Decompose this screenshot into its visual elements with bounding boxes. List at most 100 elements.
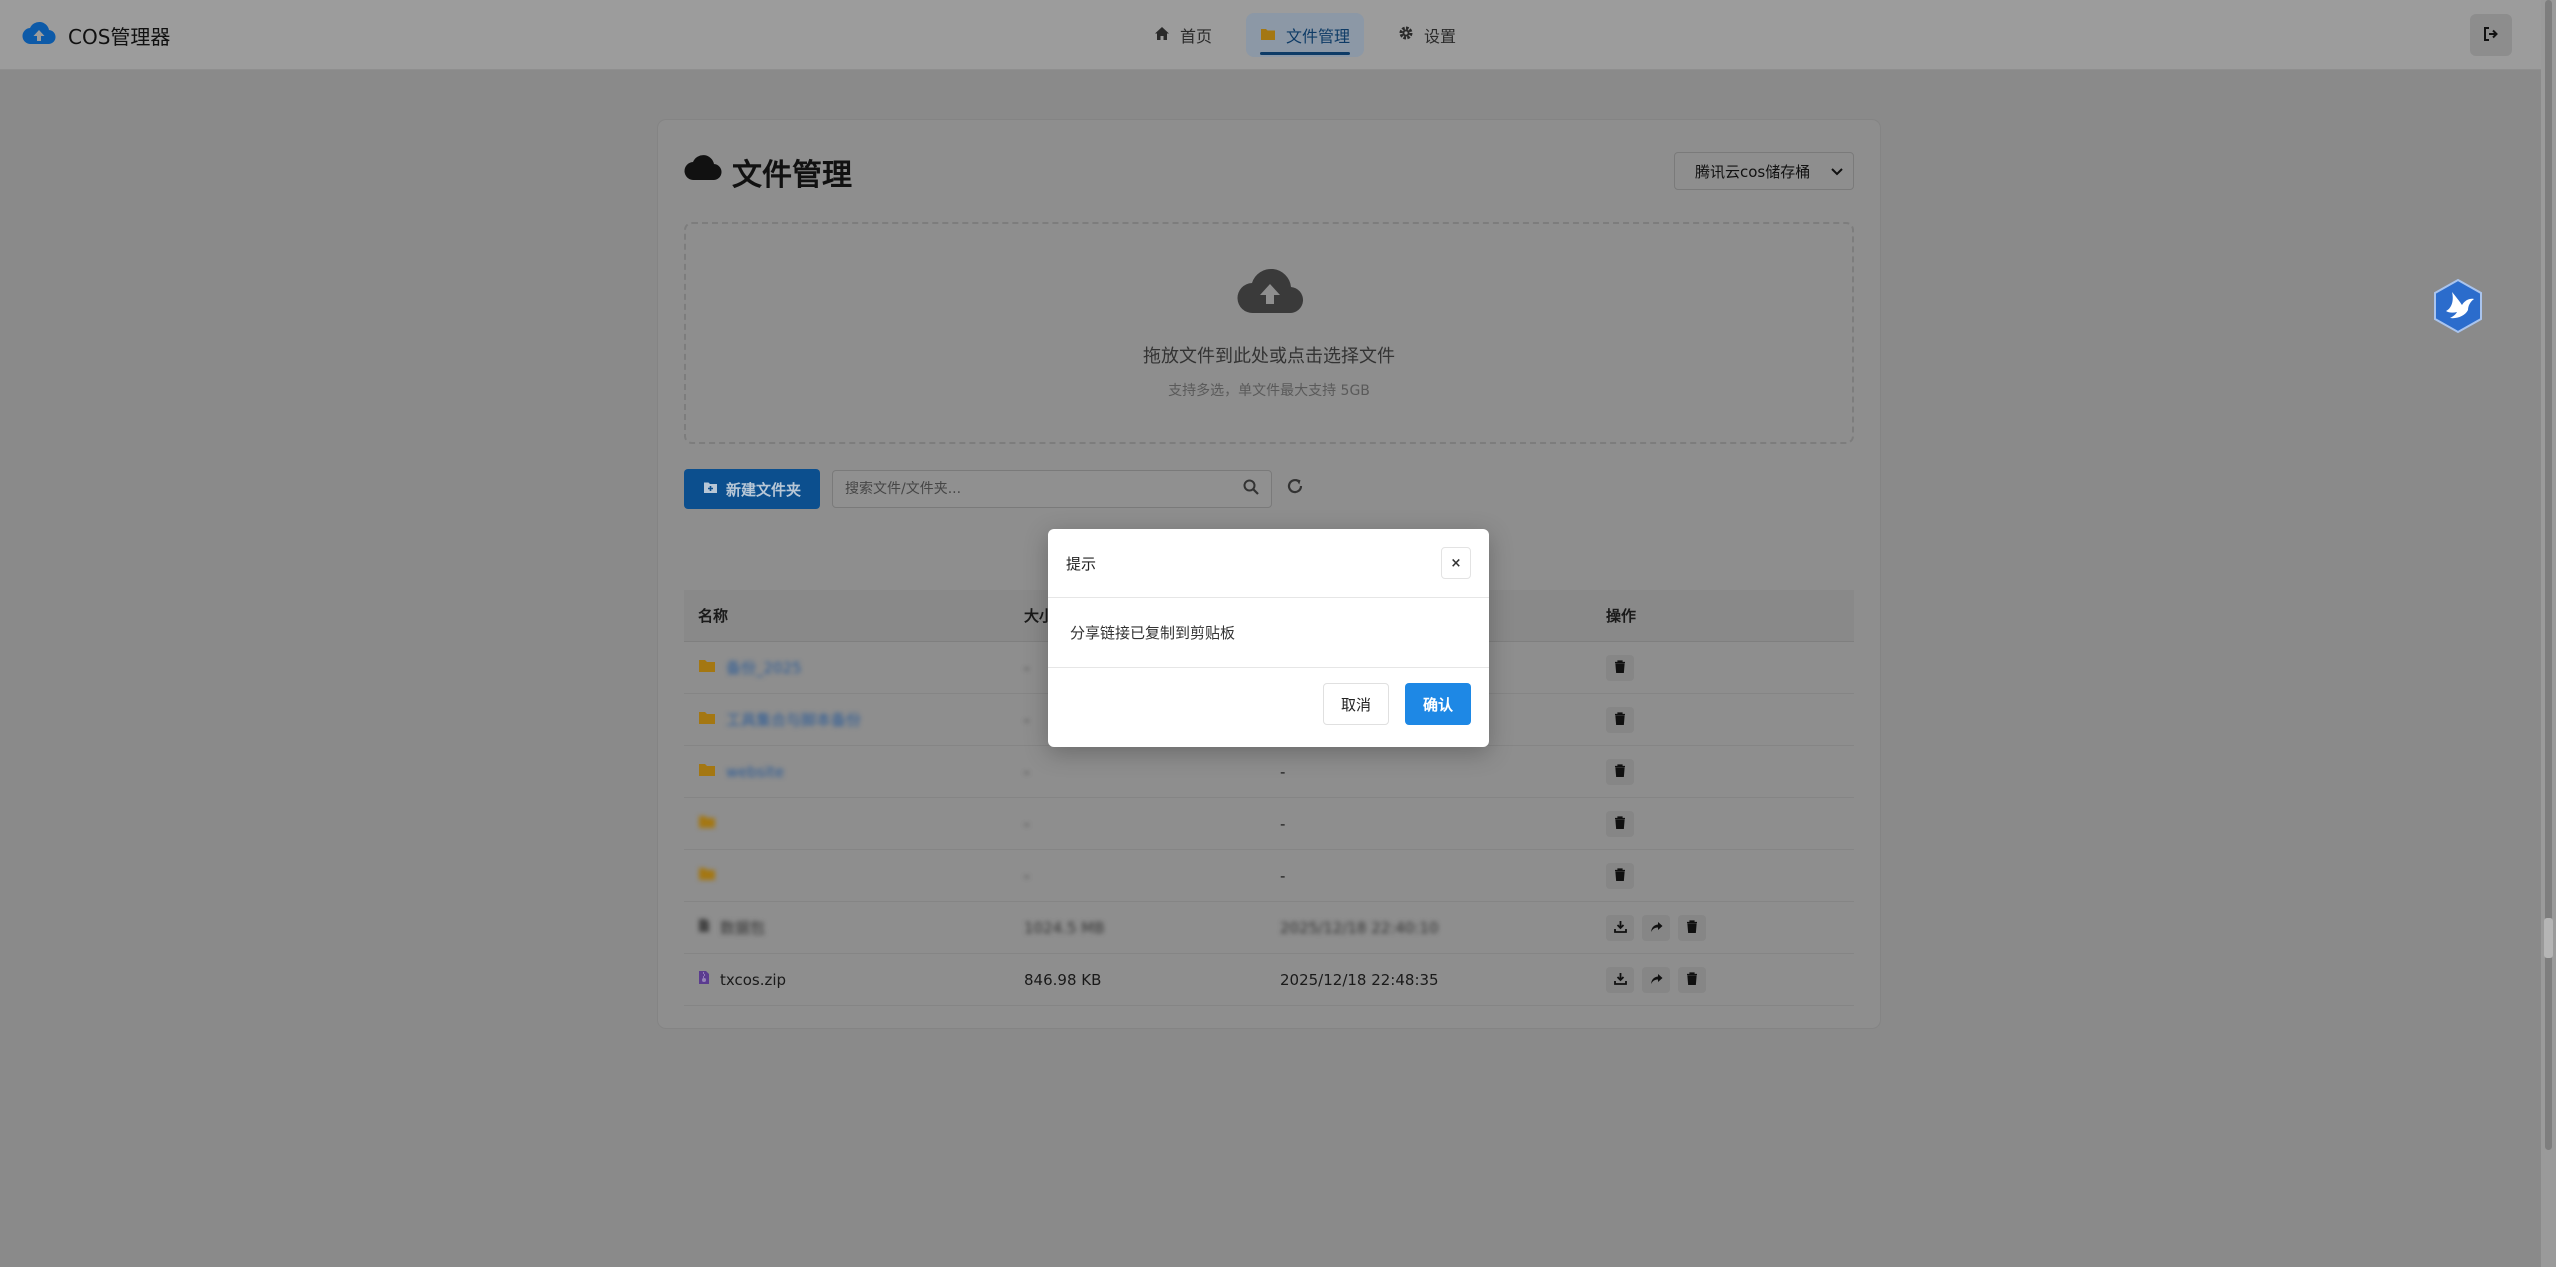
logout-icon	[2483, 26, 2499, 45]
chevron-down-icon	[1831, 162, 1843, 180]
upload-dropzone[interactable]: 拖放文件到此处或点击选择文件 支持多选，单文件最大支持 5GB	[684, 222, 1854, 444]
brand[interactable]: COS管理器	[22, 18, 170, 52]
file-size: -	[1024, 814, 1030, 833]
share-icon	[1650, 971, 1663, 989]
trash-icon	[1614, 815, 1626, 833]
file-size: 846.98 KB	[1024, 970, 1102, 989]
refresh-button[interactable]	[1286, 477, 1308, 499]
home-icon	[1154, 26, 1170, 45]
delete-button[interactable]	[1606, 862, 1634, 889]
main-nav: 首页 文件管理 设置	[1140, 13, 1470, 57]
delete-button[interactable]	[1606, 758, 1634, 785]
upload-hint: 拖放文件到此处或点击选择文件	[1143, 346, 1395, 367]
column-header-name[interactable]: 名称	[684, 605, 1010, 626]
file-name[interactable]: 数据包	[720, 917, 765, 938]
close-button[interactable]: ×	[1441, 547, 1471, 579]
folder-icon	[698, 814, 716, 833]
bird-icon	[2432, 278, 2484, 338]
folder-icon	[698, 866, 716, 885]
folder-icon	[698, 658, 716, 677]
trash-icon	[1686, 919, 1698, 937]
logout-button[interactable]	[2470, 14, 2512, 56]
scroll-thumb[interactable]	[2545, 0, 2552, 1150]
table-row[interactable]: website - -	[684, 746, 1854, 798]
file-time: -	[1280, 814, 1286, 833]
bucket-select[interactable]: 腾讯云cos储存桶	[1674, 152, 1854, 190]
folder-icon	[698, 710, 716, 729]
column-header-actions: 操作	[1606, 607, 1637, 625]
search-icon[interactable]	[1243, 479, 1259, 499]
dialog-title: 提示	[1066, 555, 1097, 573]
top-navbar: COS管理器 首页 文件管理 设置	[0, 0, 2541, 70]
page-title: 文件管理	[684, 150, 852, 194]
cloud-icon	[684, 154, 722, 190]
dialog-body: 分享链接已复制到剪贴板	[1048, 598, 1489, 668]
confirm-dialog: 提示 × 分享链接已复制到剪贴板 取消 确认	[1048, 529, 1489, 747]
nav-item-files[interactable]: 文件管理	[1246, 13, 1365, 57]
nav-item-home[interactable]: 首页	[1140, 13, 1226, 57]
table-row[interactable]: 数据包 1024.5 MB 2025/12/18 22:40:10	[684, 902, 1854, 954]
trash-icon	[1614, 659, 1626, 677]
scroll-marker	[2544, 918, 2553, 958]
cancel-button[interactable]: 取消	[1323, 683, 1389, 725]
share-button[interactable]	[1642, 914, 1670, 941]
nav-item-label: 首页	[1180, 27, 1213, 46]
file-size: 1024.5 MB	[1024, 918, 1105, 937]
download-button[interactable]	[1606, 966, 1634, 993]
confirm-button[interactable]: 确认	[1405, 683, 1471, 725]
folder-icon	[1260, 26, 1276, 45]
cloud-upload-icon	[22, 20, 56, 50]
zip-file-icon	[698, 970, 710, 989]
delete-button[interactable]	[1678, 914, 1706, 941]
share-icon	[1650, 919, 1663, 937]
page-title-text: 文件管理	[732, 158, 852, 193]
folder-icon	[698, 762, 716, 781]
file-time: 2025/12/18 22:48:35	[1280, 970, 1439, 989]
gear-icon	[1398, 25, 1414, 45]
refresh-icon	[1286, 478, 1304, 499]
app-title: COS管理器	[68, 24, 171, 49]
close-icon: ×	[1450, 555, 1462, 571]
trash-icon	[1614, 763, 1626, 781]
file-name[interactable]: txcos.zip	[720, 971, 786, 989]
dialog-footer: 取消 确认	[1048, 668, 1489, 746]
dialog-message: 分享链接已复制到剪贴板	[1070, 624, 1236, 642]
download-icon	[1613, 919, 1627, 937]
new-folder-button[interactable]: 新建文件夹	[684, 469, 820, 509]
delete-button[interactable]	[1606, 810, 1634, 837]
trash-icon	[1614, 867, 1626, 885]
table-row[interactable]: - -	[684, 798, 1854, 850]
page-scrollbar[interactable]	[2541, 0, 2556, 1267]
search-box	[832, 470, 1272, 508]
dialog-header: 提示 ×	[1048, 529, 1489, 598]
floating-assistant-button[interactable]	[2432, 278, 2484, 334]
trash-icon	[1686, 971, 1698, 989]
delete-button[interactable]	[1606, 706, 1634, 733]
folder-name-link[interactable]: website	[726, 763, 784, 781]
share-button[interactable]	[1642, 966, 1670, 993]
download-button[interactable]	[1606, 914, 1634, 941]
file-icon	[698, 918, 710, 937]
delete-button[interactable]	[1606, 654, 1634, 681]
file-time: -	[1280, 866, 1286, 885]
trash-icon	[1614, 711, 1626, 729]
bucket-select-value: 腾讯云cos储存桶	[1695, 162, 1811, 181]
file-time: -	[1280, 762, 1286, 781]
nav-item-settings[interactable]: 设置	[1384, 13, 1470, 57]
cloud-upload-icon	[1236, 266, 1304, 320]
search-input[interactable]	[845, 481, 1243, 497]
download-icon	[1613, 971, 1627, 989]
delete-button[interactable]	[1678, 966, 1706, 993]
nav-item-label: 设置	[1424, 27, 1457, 46]
file-time: 2025/12/18 22:40:10	[1280, 918, 1439, 937]
table-row[interactable]: txcos.zip 846.98 KB 2025/12/18 22:48:35	[684, 954, 1854, 1006]
file-size: -	[1024, 866, 1030, 885]
folder-name-link[interactable]: 工具集合与脚本备份	[726, 709, 861, 730]
file-size: -	[1024, 762, 1030, 781]
folder-plus-icon	[703, 480, 718, 498]
nav-item-label: 文件管理	[1286, 27, 1351, 46]
table-row[interactable]: - -	[684, 850, 1854, 902]
new-folder-label: 新建文件夹	[725, 480, 801, 499]
folder-name-link[interactable]: 备份_2025	[726, 657, 802, 678]
upload-subhint: 支持多选，单文件最大支持 5GB	[1168, 383, 1370, 399]
